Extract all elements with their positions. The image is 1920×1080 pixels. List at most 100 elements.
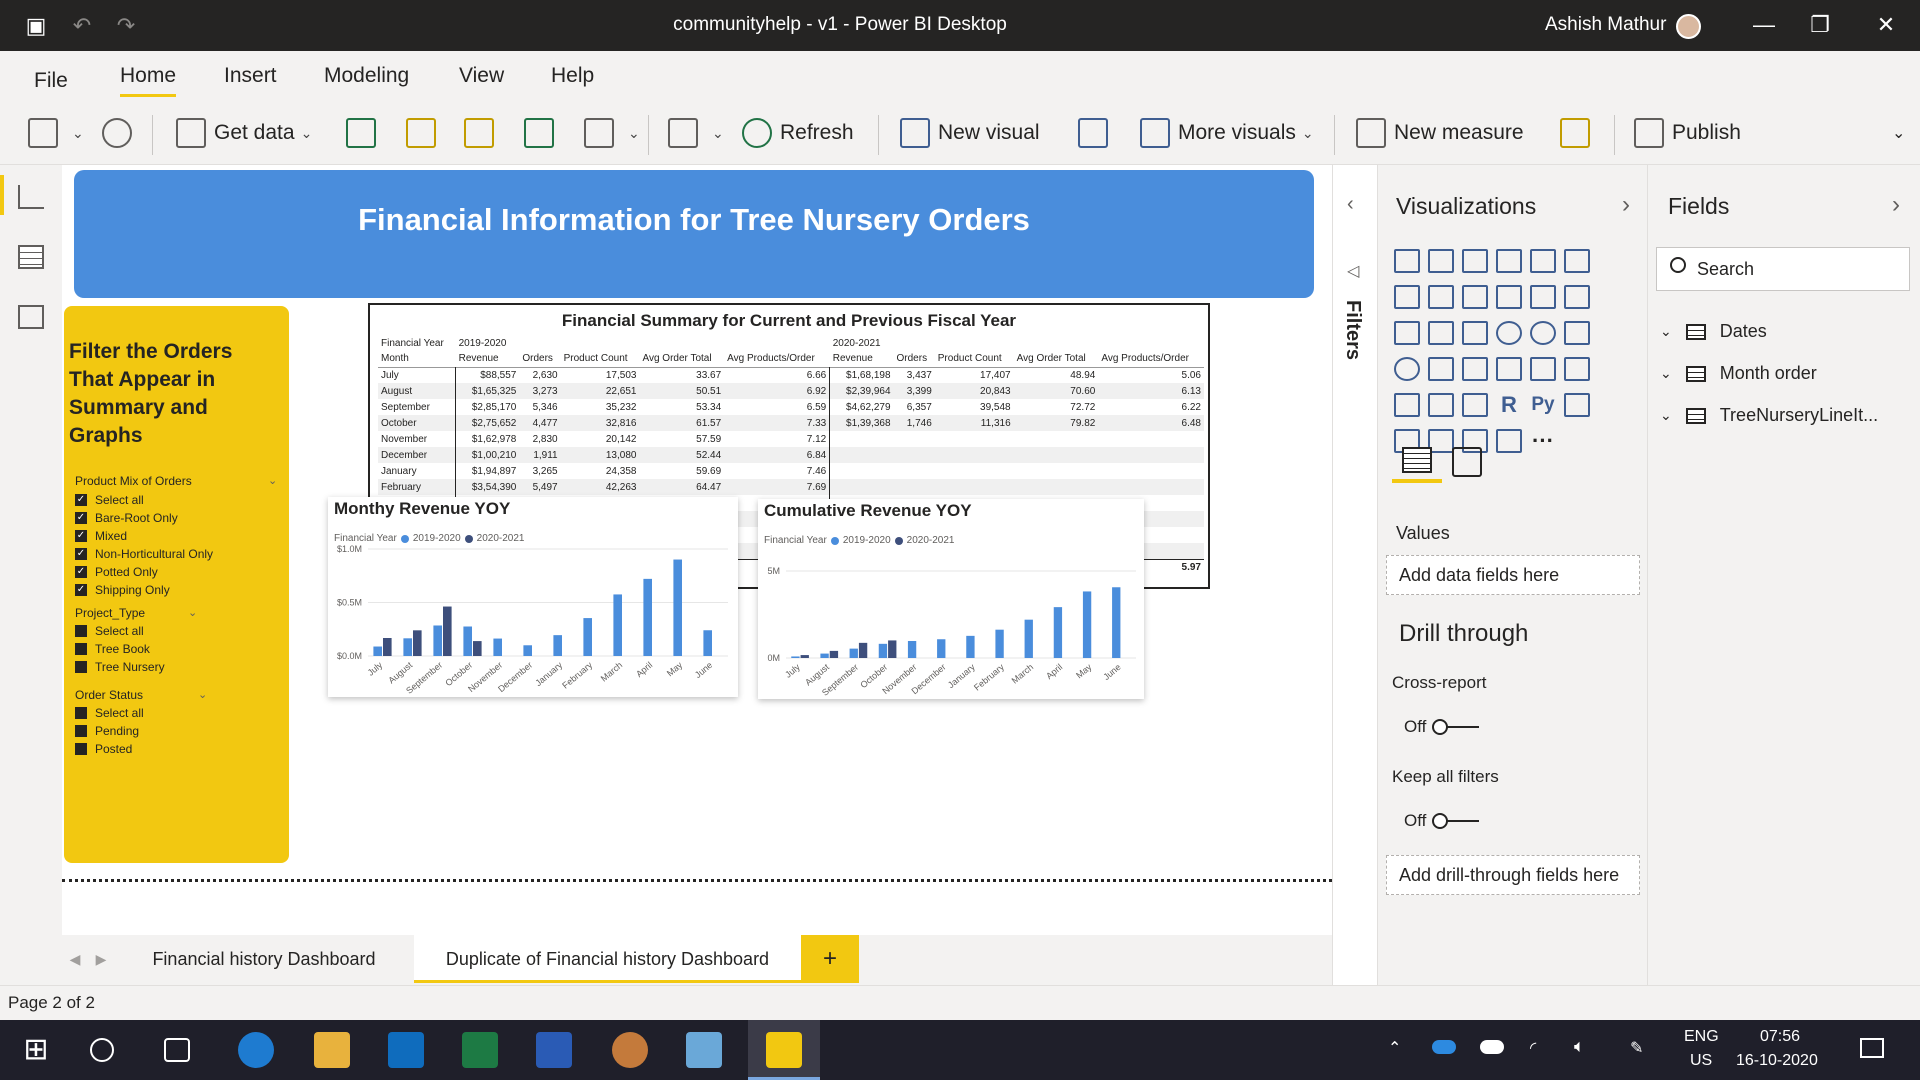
tab-duplicate-financial-history[interactable]: Duplicate of Financial history Dashboard [414,935,801,983]
clock-time[interactable]: 07:56 [1760,1028,1800,1046]
filled-map-icon[interactable] [1428,357,1454,381]
prev-page-icon[interactable]: ◀ [62,935,88,983]
menu-insert[interactable]: Insert [224,64,277,88]
format-paint-roller-icon[interactable] [1452,447,1482,477]
excel-button[interactable] [346,115,384,151]
cross-report-toggle[interactable]: Off [1404,717,1480,737]
line-chart-icon[interactable] [1394,285,1420,309]
filters-pane-collapsed[interactable]: ‹ ◁ Filters [1332,165,1378,985]
chevron-down-icon[interactable]: ⌄ [268,474,277,487]
pen-icon[interactable]: ✎ [1630,1038,1643,1058]
slicer-item[interactable]: ✓ Select all [75,493,144,507]
drill-through-drop-zone[interactable]: Add drill-through fields here [1386,855,1640,895]
matrix-icon[interactable] [1462,393,1488,417]
sql-button[interactable] [464,115,502,151]
values-drop-zone[interactable]: Add data fields here [1386,555,1640,595]
menu-home[interactable]: Home [120,64,177,97]
field-table-dates[interactable]: ⌄ Dates [1660,321,1767,342]
new-measure-button[interactable]: New measure [1356,115,1524,151]
restore-button[interactable]: ❐ [1800,10,1840,40]
stacked-column-icon[interactable] [1428,249,1454,273]
slicer-item[interactable]: Tree Book [75,642,150,656]
100-column-icon[interactable] [1564,249,1590,273]
search-icon[interactable] [90,1038,114,1062]
chevron-down-icon[interactable]: ⌄ [198,688,207,701]
slicer-item[interactable]: ✓ Mixed [75,529,127,543]
area-chart-icon[interactable] [1428,285,1454,309]
cumulative-revenue-chart[interactable]: Cumulative Revenue YOY Financial Year 20… [758,499,1144,699]
slicer-item[interactable]: Posted [75,742,132,756]
kpi-icon[interactable] [1564,357,1590,381]
stacked-bar-icon[interactable] [1394,249,1420,273]
language-top[interactable]: ENG [1684,1028,1719,1046]
excel-app-icon[interactable] [462,1032,498,1068]
multi-row-card-icon[interactable] [1530,357,1556,381]
chevron-left-icon[interactable]: ‹ [1347,193,1354,216]
menu-help[interactable]: Help [551,64,594,88]
edge-icon[interactable] [238,1032,274,1068]
line-column-icon[interactable] [1496,285,1522,309]
wifi-icon[interactable]: ◜ [1530,1038,1536,1058]
text-box-button[interactable] [1078,115,1116,151]
paint-icon[interactable] [612,1032,648,1068]
notifications-icon[interactable] [1860,1038,1884,1058]
waterfall-icon[interactable] [1394,321,1420,345]
slicer-item[interactable]: ✓ Non-Horticultural Only [75,547,213,561]
language-bottom[interactable]: US [1690,1052,1712,1070]
slicer-item[interactable]: Pending [75,724,139,738]
slicer-item[interactable]: ✓ Shipping Only [75,583,170,597]
refresh-button[interactable]: Refresh [742,115,854,151]
powerbi-taskbar-button[interactable] [748,1020,820,1080]
cloud-icon[interactable] [1480,1040,1504,1054]
next-page-icon[interactable]: ▶ [88,935,114,983]
slicer-item[interactable]: Select all [75,624,144,638]
funnel-icon[interactable] [1428,321,1454,345]
enter-data-button[interactable] [524,115,562,151]
card-icon[interactable] [1496,357,1522,381]
data-view-icon[interactable] [18,245,44,269]
avatar[interactable] [1676,14,1701,39]
report-view-icon[interactable] [18,185,44,209]
map-icon[interactable] [1394,357,1420,381]
menu-view[interactable]: View [459,64,504,88]
collapse-ribbon-button[interactable]: ⌄ [1892,115,1905,151]
chevron-right-icon[interactable]: › [1892,191,1900,219]
treemap-icon[interactable] [1564,321,1590,345]
pie-chart-icon[interactable] [1496,321,1522,345]
onedrive-icon[interactable] [1432,1040,1456,1054]
new-visual-button[interactable]: New visual [900,115,1040,151]
notepad-icon[interactable] [686,1032,722,1068]
r-visual-icon[interactable]: R [1496,393,1522,417]
tab-financial-history[interactable]: Financial history Dashboard [114,935,414,983]
get-data-button[interactable]: Get data ⌄ [176,115,312,151]
keep-all-filters-toggle[interactable]: Off [1404,811,1480,831]
menu-file[interactable]: File [34,69,68,93]
100-bar-icon[interactable] [1530,249,1556,273]
transform-data-button[interactable]: ⌄ [668,115,724,151]
model-view-icon[interactable] [18,305,44,329]
publish-button[interactable]: Publish [1634,115,1741,151]
field-table-treenursery[interactable]: ⌄ TreeNurseryLineIt... [1660,405,1878,426]
chevron-up-icon[interactable]: ⌃ [1388,1038,1401,1058]
monthly-revenue-chart[interactable]: Monthy Revenue YOY Financial Year 2019-2… [328,497,738,697]
user-name[interactable]: Ashish Mathur [1545,14,1666,36]
fields-search-input[interactable]: Search [1656,247,1910,291]
quick-measure-button[interactable] [1560,115,1598,151]
word-icon[interactable] [536,1032,572,1068]
field-table-month-order[interactable]: ⌄ Month order [1660,363,1817,384]
more-visuals-button[interactable]: More visuals ⌄ [1140,115,1314,151]
slicer-icon[interactable] [1394,393,1420,417]
add-page-button[interactable]: + [801,935,859,983]
menu-modeling[interactable]: Modeling [324,64,409,88]
format-painter-button[interactable] [102,115,140,151]
slicer-item[interactable]: ✓ Potted Only [75,565,158,579]
chevron-right-icon[interactable]: › [1622,191,1630,219]
windows-start-icon[interactable]: ⊞ [18,1032,54,1068]
chevron-down-icon[interactable]: ⌄ [188,606,197,619]
clustered-bar-icon[interactable] [1462,249,1488,273]
key-influencers-icon[interactable] [1564,393,1590,417]
line-clustered-column-icon[interactable] [1530,285,1556,309]
recent-sources-button[interactable]: ⌄ [584,115,640,151]
custom-visual-icon[interactable] [1496,429,1522,453]
slicer-item[interactable]: ✓ Bare-Root Only [75,511,178,525]
